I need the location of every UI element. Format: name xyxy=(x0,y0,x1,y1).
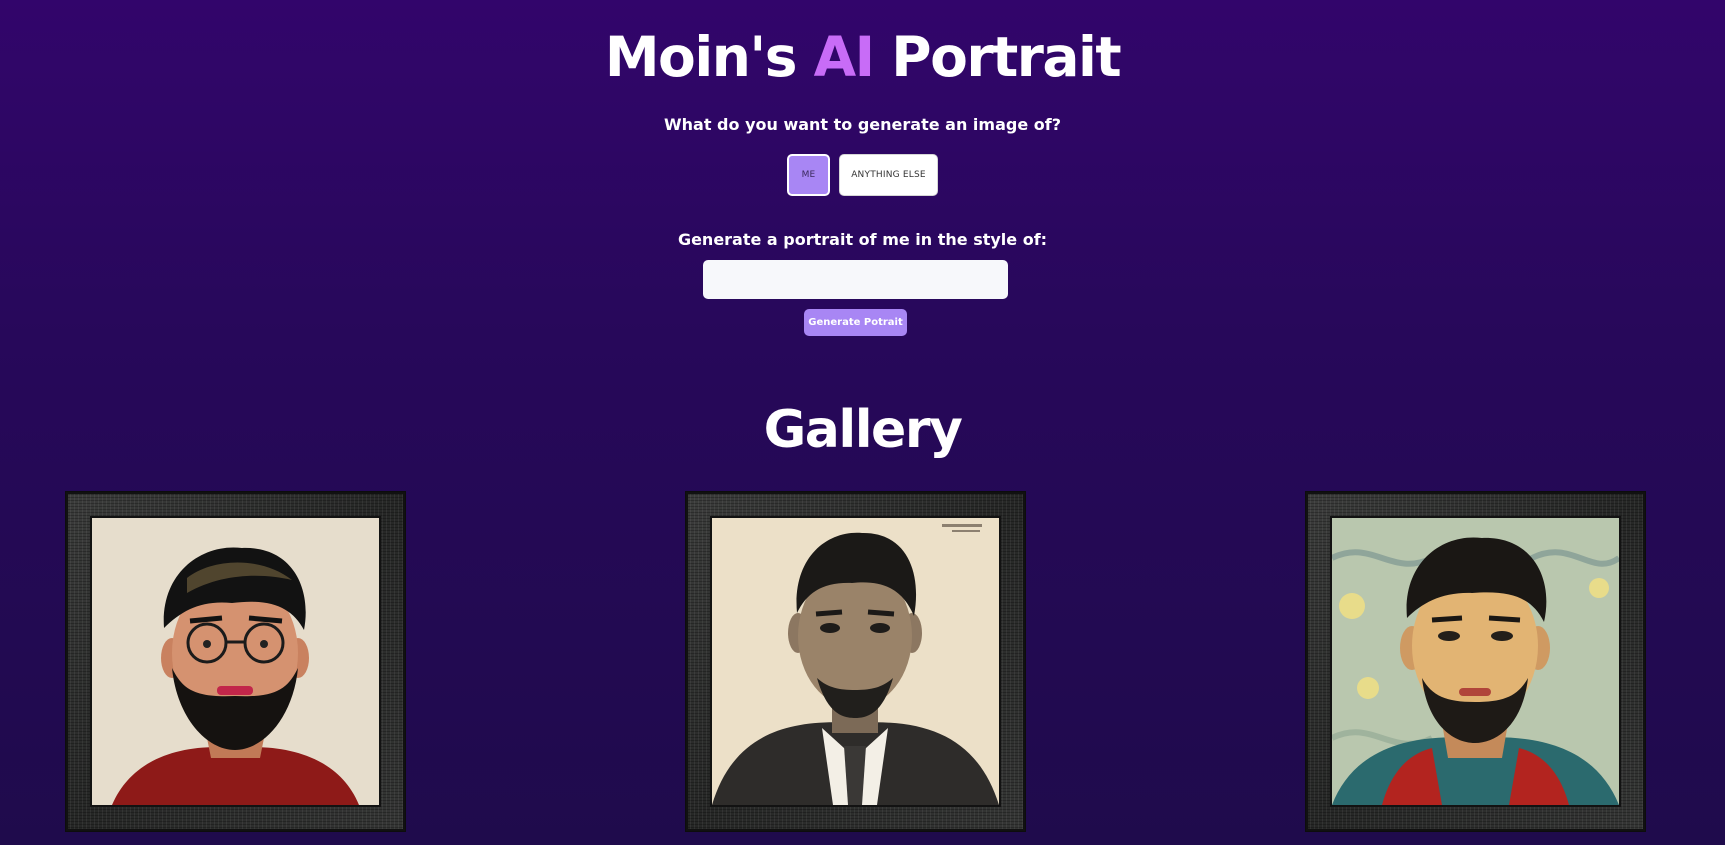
gallery-title: Gallery xyxy=(763,400,963,460)
option-anything-else-button[interactable]: ANYTHING ELSE xyxy=(839,154,938,196)
title-part2: Portrait xyxy=(873,25,1121,89)
title-part1: Moin's xyxy=(604,25,814,89)
option-me-button[interactable]: ME xyxy=(787,154,830,196)
title-accent: AI xyxy=(813,25,876,89)
style-label: Generate a portrait of me in the style o… xyxy=(677,230,1048,249)
gallery-frame-3[interactable] xyxy=(1305,491,1646,832)
portrait-illustration-2 xyxy=(712,518,999,805)
portrait-illustration-1 xyxy=(92,518,379,805)
gallery-frame-2[interactable] xyxy=(685,491,1026,832)
style-input[interactable] xyxy=(703,260,1008,299)
generate-portrait-button[interactable]: Generate Potrait xyxy=(804,309,907,336)
subject-choice-group: ME ANYTHING ELSE xyxy=(0,154,1725,196)
portrait-image-1 xyxy=(92,518,379,805)
subject-question: What do you want to generate an image of… xyxy=(664,115,1061,134)
portrait-image-3 xyxy=(1332,518,1619,805)
gallery-frame-1[interactable] xyxy=(65,491,406,832)
page-title: Moin's AI Portrait xyxy=(0,22,1725,92)
portrait-illustration-3 xyxy=(1332,518,1619,805)
portrait-image-2 xyxy=(712,518,999,805)
